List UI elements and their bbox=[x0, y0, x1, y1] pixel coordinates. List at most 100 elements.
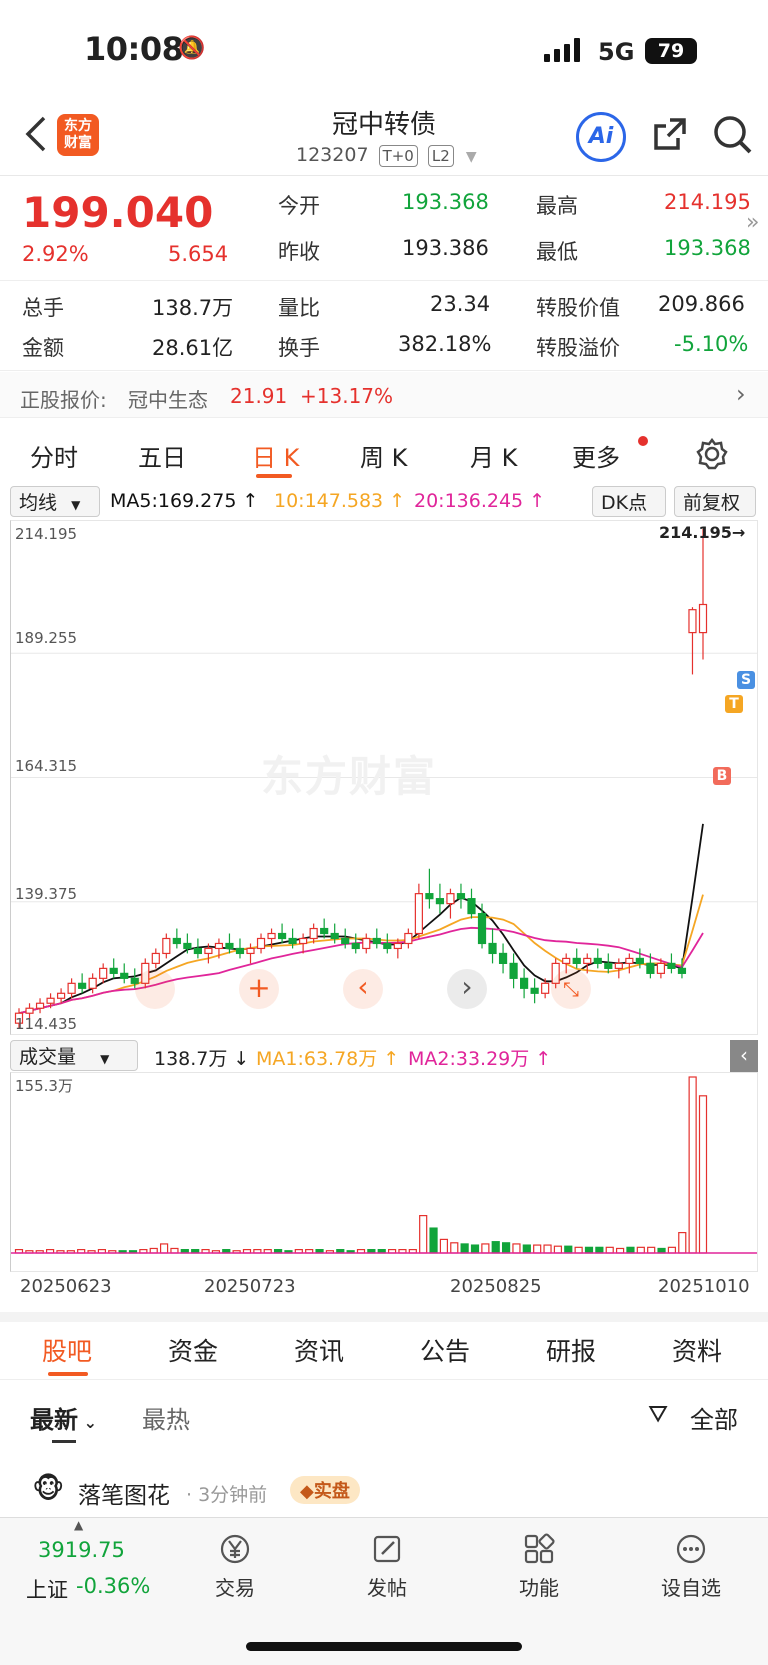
volume-bar bbox=[564, 1245, 573, 1254]
chevron-down-icon[interactable]: ▼ bbox=[466, 149, 477, 165]
pan-left-button[interactable]: ‹ bbox=[343, 969, 383, 1009]
volume-bar bbox=[419, 1215, 428, 1254]
post-item[interactable]: 🐵 落笔图花 · 3分钟前 ◆实盘 bbox=[0, 1468, 768, 1514]
candle-body bbox=[646, 962, 655, 974]
fullscreen-button[interactable]: ⤡ bbox=[551, 969, 591, 1009]
index-value[interactable]: 3919.75 bbox=[38, 1538, 125, 1562]
volume-chart[interactable]: 155.3万 bbox=[10, 1072, 758, 1272]
sort-indicator bbox=[52, 1440, 76, 1443]
kline-chart[interactable]: 214.195 189.255 164.315 139.375 114.435 … bbox=[10, 520, 758, 1035]
pan-right-button[interactable]: › bbox=[447, 969, 487, 1009]
tab-research[interactable]: 研报 bbox=[546, 1332, 596, 1368]
ai-button[interactable]: Ai bbox=[576, 112, 626, 162]
zoom-out-button[interactable] bbox=[135, 969, 175, 1009]
candle-body bbox=[583, 957, 592, 965]
zoom-in-button[interactable]: + bbox=[239, 969, 279, 1009]
t-marker[interactable]: T bbox=[725, 695, 743, 713]
filter-icon[interactable]: ⛛ bbox=[648, 1400, 668, 1428]
expand-icon[interactable]: » bbox=[746, 210, 759, 235]
collapse-button[interactable]: ‹ bbox=[730, 1040, 758, 1072]
share-icon[interactable] bbox=[650, 114, 690, 154]
candle-body bbox=[435, 898, 445, 905]
chevron-down-icon: ⌄ bbox=[78, 1413, 97, 1432]
vol-ma2: MA2:33.29万 ↑ bbox=[408, 1048, 552, 1070]
price-axis-min: 114.435 bbox=[15, 1015, 78, 1033]
volume-bar bbox=[574, 1246, 583, 1254]
volume-value: 138.7万 ↓ bbox=[154, 1048, 250, 1070]
caret-down-icon: ▼ bbox=[100, 1052, 110, 1066]
turnover-value: 382.18% bbox=[398, 332, 492, 356]
amount-label: 金额 bbox=[22, 336, 64, 360]
high-marker: 214.195→ bbox=[659, 523, 746, 542]
post-username[interactable]: 落笔图花 bbox=[78, 1476, 170, 1510]
date-3: 20250825 bbox=[450, 1276, 542, 1297]
index-label: 上证 bbox=[26, 1578, 68, 1602]
candle-body bbox=[204, 947, 213, 955]
candle-body bbox=[362, 937, 371, 950]
tab-profile[interactable]: 资料 bbox=[672, 1332, 722, 1368]
section-gap bbox=[0, 1312, 768, 1322]
candle-body bbox=[25, 1007, 34, 1014]
candle-body bbox=[425, 893, 434, 900]
tab-weekly-k[interactable]: 周 K bbox=[360, 438, 407, 473]
candle-body bbox=[572, 957, 581, 965]
t0-tag: T+0 bbox=[378, 145, 418, 167]
tab-intraday[interactable]: 分时 bbox=[30, 438, 78, 473]
tab-forum[interactable]: 股吧 bbox=[42, 1332, 92, 1368]
price-axis-max: 214.195 bbox=[15, 525, 78, 543]
candle-body bbox=[78, 982, 87, 989]
tab-funds[interactable]: 资金 bbox=[168, 1332, 218, 1368]
forum-tab-indicator bbox=[48, 1372, 88, 1376]
nav-post-label: 发帖 bbox=[367, 1576, 407, 1600]
candle-body bbox=[35, 1002, 45, 1009]
status-bar: 10:08 🔕 5G 79 bbox=[0, 0, 768, 100]
period-tabs: 分时 五日 日 K 周 K 月 K 更多 bbox=[0, 420, 768, 488]
volume-bar bbox=[667, 1246, 677, 1254]
notification-dot bbox=[638, 436, 648, 446]
sell-marker[interactable]: S bbox=[737, 671, 755, 689]
grid-icon bbox=[524, 1533, 555, 1564]
tab-monthly-k[interactable]: 月 K bbox=[470, 438, 517, 473]
candle-body bbox=[277, 932, 287, 940]
gear-icon[interactable] bbox=[696, 438, 728, 470]
adjust-button[interactable]: 前复权 bbox=[674, 486, 756, 517]
battery-level: 79 bbox=[657, 40, 685, 62]
candle-body bbox=[488, 942, 497, 955]
ma-type-select[interactable]: 均线 ▼ bbox=[10, 486, 100, 517]
tab-news[interactable]: 资讯 bbox=[294, 1332, 344, 1368]
candle-body bbox=[193, 947, 202, 955]
tab-daily-k[interactable]: 日 K bbox=[252, 438, 299, 473]
prev-close-label: 昨收 bbox=[278, 240, 320, 264]
tab-announcements[interactable]: 公告 bbox=[420, 1332, 470, 1368]
signal-icon bbox=[544, 38, 580, 62]
volume-bar bbox=[636, 1246, 645, 1254]
nav-post[interactable]: 发帖 bbox=[342, 1532, 432, 1601]
ma20-value: 20:136.245 ↑ bbox=[414, 490, 546, 512]
home-indicator bbox=[246, 1642, 522, 1651]
nav-trade[interactable]: 交易 bbox=[190, 1532, 280, 1601]
filter-all[interactable]: 全部 bbox=[690, 1400, 738, 1435]
index-pct: -0.36% bbox=[76, 1574, 151, 1598]
sort-hot[interactable]: 最热 bbox=[142, 1400, 190, 1435]
candle-body bbox=[656, 962, 666, 974]
tab-five-day[interactable]: 五日 bbox=[138, 438, 186, 473]
candle-body bbox=[99, 967, 108, 979]
nav-watchlist[interactable]: 设自选 bbox=[646, 1532, 736, 1601]
underlying-stock-row[interactable]: 正股报价: 冠中生态 21.91 +13.17% › bbox=[0, 372, 768, 418]
candle-body bbox=[151, 952, 160, 965]
search-icon[interactable] bbox=[712, 114, 754, 156]
dk-point-button[interactable]: DK点 bbox=[592, 486, 666, 517]
nav-functions[interactable]: 功能 bbox=[494, 1532, 584, 1601]
sort-latest[interactable]: 最新 ⌄ bbox=[30, 1400, 97, 1435]
candle-body bbox=[67, 982, 76, 994]
buy-marker[interactable]: B bbox=[713, 767, 731, 785]
low-label: 最低 bbox=[536, 240, 578, 264]
app-logo: 东方 财富 bbox=[57, 114, 99, 156]
ma5-value: MA5:169.275 ↑ bbox=[110, 490, 259, 512]
tab-more[interactable]: 更多 bbox=[572, 438, 620, 473]
bottom-nav: ▲ 3919.75 上证 -0.36% 交易 发帖 功能 设自选 bbox=[0, 1517, 768, 1665]
candle-body bbox=[225, 942, 234, 950]
content-tabs: 股吧 资金 资讯 公告 研报 资料 bbox=[0, 1322, 768, 1380]
volume-type-select[interactable]: 成交量 ▼ bbox=[10, 1040, 138, 1071]
volume-bar bbox=[522, 1244, 531, 1254]
